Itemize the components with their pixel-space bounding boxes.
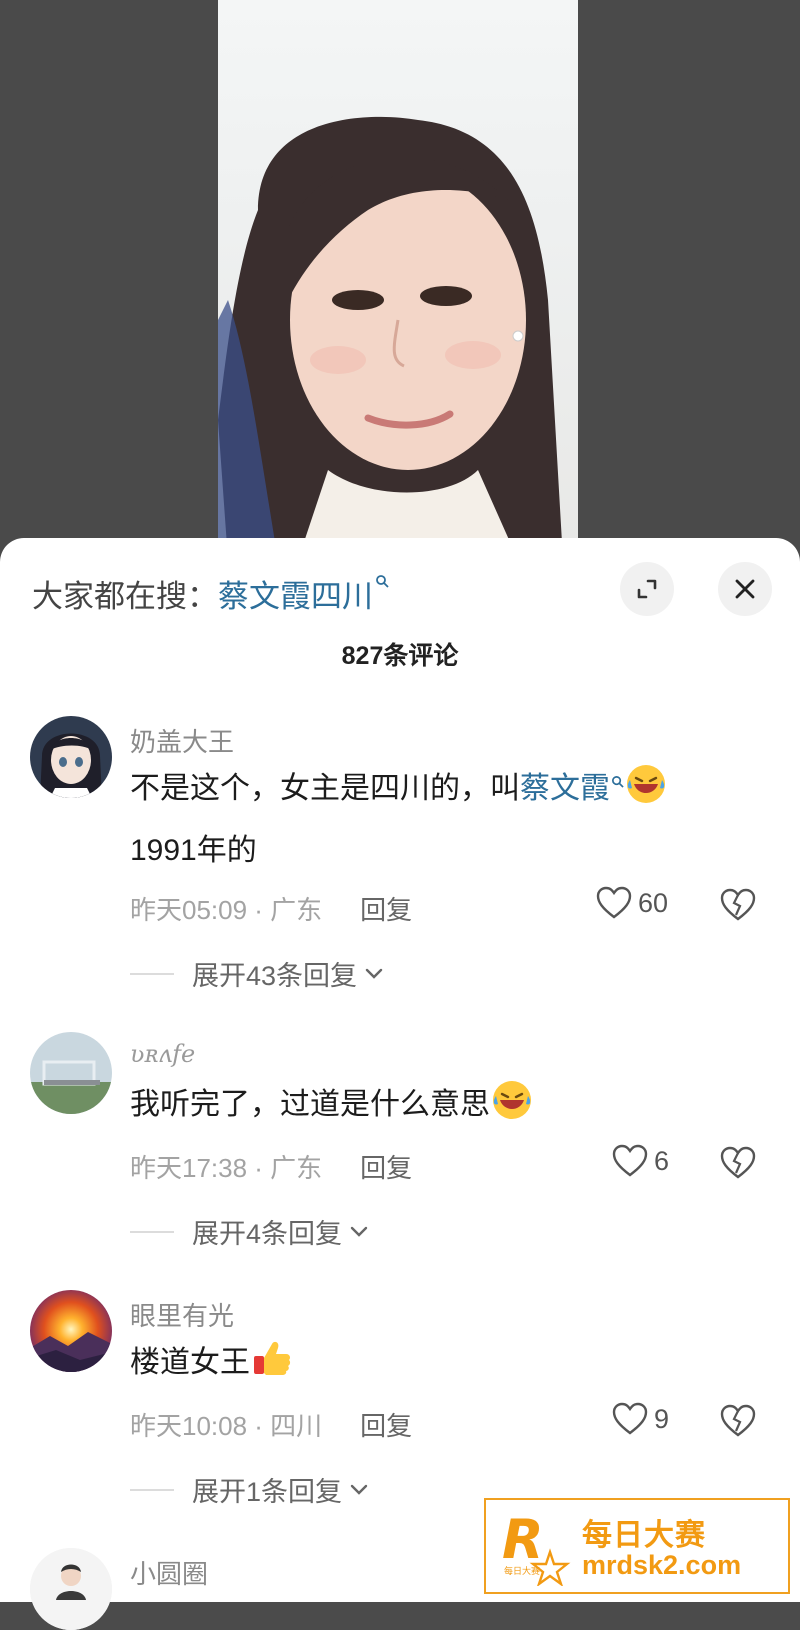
- expand-replies-button[interactable]: 展开4条回复: [130, 1212, 368, 1251]
- video-person-image: [218, 116, 563, 560]
- comment-time-location: 昨天05:09 · 广东: [130, 895, 323, 925]
- comment-search-link[interactable]: 蔡文霞: [520, 772, 610, 805]
- expand-replies-label: 展开43条回复: [192, 961, 358, 991]
- close-button[interactable]: [718, 562, 772, 616]
- watermark-url: mrdsk2.com: [582, 1550, 742, 1580]
- search-term-link[interactable]: 蔡文霞四川: [218, 571, 373, 616]
- heart-icon: [612, 1144, 648, 1177]
- expand-replies-button[interactable]: 展开1条回复: [130, 1470, 368, 1509]
- expand-replies-label: 展开1条回复: [192, 1477, 343, 1507]
- like-button[interactable]: 60: [596, 886, 668, 920]
- comment-time-location: 昨天17:38 · 广东: [130, 1153, 323, 1183]
- comment-username[interactable]: 眼里有光: [130, 1296, 234, 1333]
- comment-text-part: 我听完了，过道是什么意思: [130, 1088, 490, 1121]
- comment-text: 我听完了，过道是什么意思: [130, 1076, 770, 1134]
- broken-heart-icon: [720, 1146, 756, 1179]
- expand-button[interactable]: [620, 562, 674, 616]
- comment-meta: 昨天05:09 · 广东 回复: [130, 890, 412, 927]
- close-icon: [735, 579, 755, 599]
- dislike-button[interactable]: [720, 1404, 756, 1443]
- thumbs-up-emoji-icon: [254, 1341, 291, 1375]
- comment-text-part: 楼道女王: [130, 1346, 250, 1379]
- comment-username[interactable]: ʋʀʌfe: [130, 1040, 195, 1068]
- expand-replies-label: 展开4条回复: [192, 1219, 343, 1249]
- avatar[interactable]: [30, 1290, 112, 1372]
- comment-text-part: 1991年的: [130, 834, 257, 867]
- comment-count: 827条评论: [341, 642, 459, 670]
- reply-button[interactable]: 回复: [360, 1406, 412, 1443]
- trending-search-bar[interactable]: 大家都在搜： 蔡文霞四川: [32, 568, 389, 618]
- like-button[interactable]: 6: [612, 1144, 669, 1178]
- brand-logo-icon: R 每日大赛: [502, 1508, 571, 1586]
- video-frame[interactable]: [218, 0, 578, 560]
- avatar[interactable]: [30, 1548, 112, 1630]
- avatar[interactable]: [30, 1032, 112, 1114]
- reply-button[interactable]: 回复: [360, 1148, 412, 1185]
- watermark-title: 每日大赛: [582, 1519, 706, 1552]
- watermark-logo: R 每日大赛 每日大赛 mrdsk2.com: [484, 1498, 790, 1594]
- broken-heart-icon: [720, 888, 756, 921]
- like-count: 60: [638, 887, 669, 918]
- dislike-button[interactable]: [720, 1146, 756, 1185]
- search-icon: [375, 574, 389, 592]
- broken-heart-icon: [720, 1404, 756, 1437]
- divider: [130, 972, 174, 975]
- chevron-down-icon: [350, 1226, 368, 1237]
- comment-text: 不是这个，女主是四川的，叫蔡文霞 1991年的: [130, 760, 770, 880]
- rofl-emoji-icon: [493, 1081, 531, 1119]
- rofl-emoji-icon: [627, 765, 665, 803]
- dislike-button[interactable]: [720, 888, 756, 927]
- comment-text: 楼道女王: [130, 1334, 770, 1392]
- divider: [130, 1488, 174, 1491]
- heart-icon: [596, 886, 632, 919]
- heart-icon: [612, 1402, 648, 1435]
- comment-username[interactable]: 小圆圈: [130, 1554, 208, 1591]
- divider: [130, 1230, 174, 1233]
- comment-meta: 昨天17:38 · 广东 回复: [130, 1148, 412, 1185]
- search-prefix: 大家都在搜：: [32, 578, 218, 614]
- like-button[interactable]: 9: [612, 1402, 669, 1436]
- comment-sheet: 大家都在搜： 蔡文霞四川 827条评论 奶盖大王 不是这个，女主是四川的，叫蔡文…: [0, 538, 800, 1630]
- like-count: 6: [654, 1145, 670, 1176]
- comment-meta: 昨天10:08 · 四川 回复: [130, 1406, 412, 1443]
- avatar[interactable]: [30, 716, 112, 798]
- reply-button[interactable]: 回复: [360, 890, 412, 927]
- watermark-letter: R: [502, 1508, 544, 1571]
- chevron-down-icon: [365, 968, 383, 979]
- expand-replies-button[interactable]: 展开43条回复: [130, 954, 383, 993]
- video-player[interactable]: [0, 0, 800, 560]
- comment-text-part: 不是这个，女主是四川的，叫: [130, 772, 520, 805]
- search-icon: [611, 775, 624, 791]
- like-count: 9: [654, 1403, 670, 1434]
- comment-time-location: 昨天10:08 · 四川: [130, 1411, 323, 1441]
- chevron-down-icon: [350, 1484, 368, 1495]
- comment-username[interactable]: 奶盖大王: [130, 722, 234, 759]
- expand-icon: [637, 579, 657, 599]
- watermark-small-text: 每日大赛: [504, 1565, 540, 1577]
